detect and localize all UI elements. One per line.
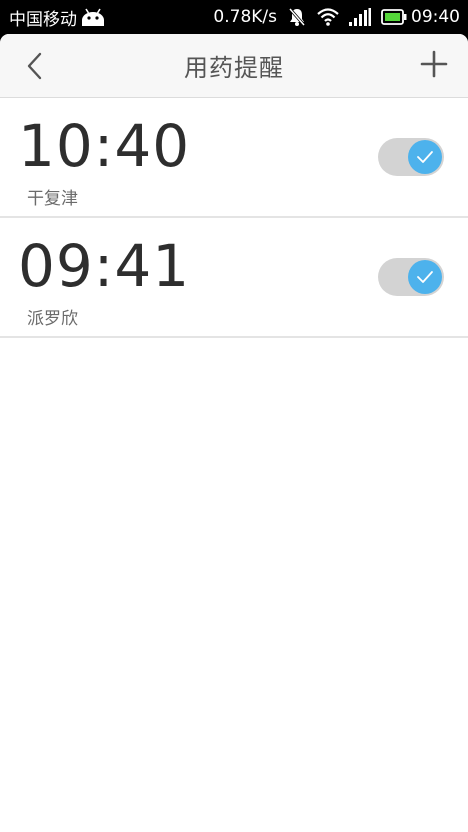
status-left: 中国移动 bbox=[9, 5, 105, 30]
signal-icon bbox=[349, 8, 371, 26]
header: 用药提醒 bbox=[0, 34, 468, 98]
alarm-toggle[interactable] bbox=[378, 258, 444, 296]
battery-icon bbox=[381, 9, 407, 25]
add-button[interactable] bbox=[420, 50, 448, 78]
toggle-knob bbox=[408, 260, 442, 294]
list-item[interactable]: 10:40 干复津 bbox=[0, 98, 468, 218]
check-icon bbox=[417, 271, 433, 283]
back-button[interactable] bbox=[20, 49, 50, 83]
carrier-label: 中国移动 bbox=[9, 9, 77, 30]
android-icon bbox=[82, 8, 104, 26]
check-icon bbox=[417, 151, 433, 163]
app-screen: 用药提醒 10:40 干复津 09:41 派罗欣 bbox=[0, 34, 468, 832]
clock-label: 09:40 bbox=[411, 7, 460, 27]
list-item[interactable]: 09:41 派罗欣 bbox=[0, 218, 468, 338]
toggle-knob bbox=[408, 140, 442, 174]
alarm-time: 10:40 bbox=[18, 112, 191, 180]
wifi-icon bbox=[317, 8, 339, 26]
medicine-name: 干复津 bbox=[27, 189, 78, 209]
medicine-name: 派罗欣 bbox=[27, 309, 78, 329]
status-bar: 中国移动 0.78K/s 09:40 bbox=[0, 0, 468, 34]
status-right: 0.78K/s 09:40 bbox=[203, 7, 460, 27]
page-title: 用药提醒 bbox=[184, 54, 284, 82]
alarm-toggle[interactable] bbox=[378, 138, 444, 176]
alarm-list: 10:40 干复津 09:41 派罗欣 bbox=[0, 98, 468, 338]
network-speed: 0.78K/s bbox=[213, 7, 277, 27]
mute-icon bbox=[288, 8, 306, 26]
alarm-time: 09:41 bbox=[18, 232, 191, 300]
